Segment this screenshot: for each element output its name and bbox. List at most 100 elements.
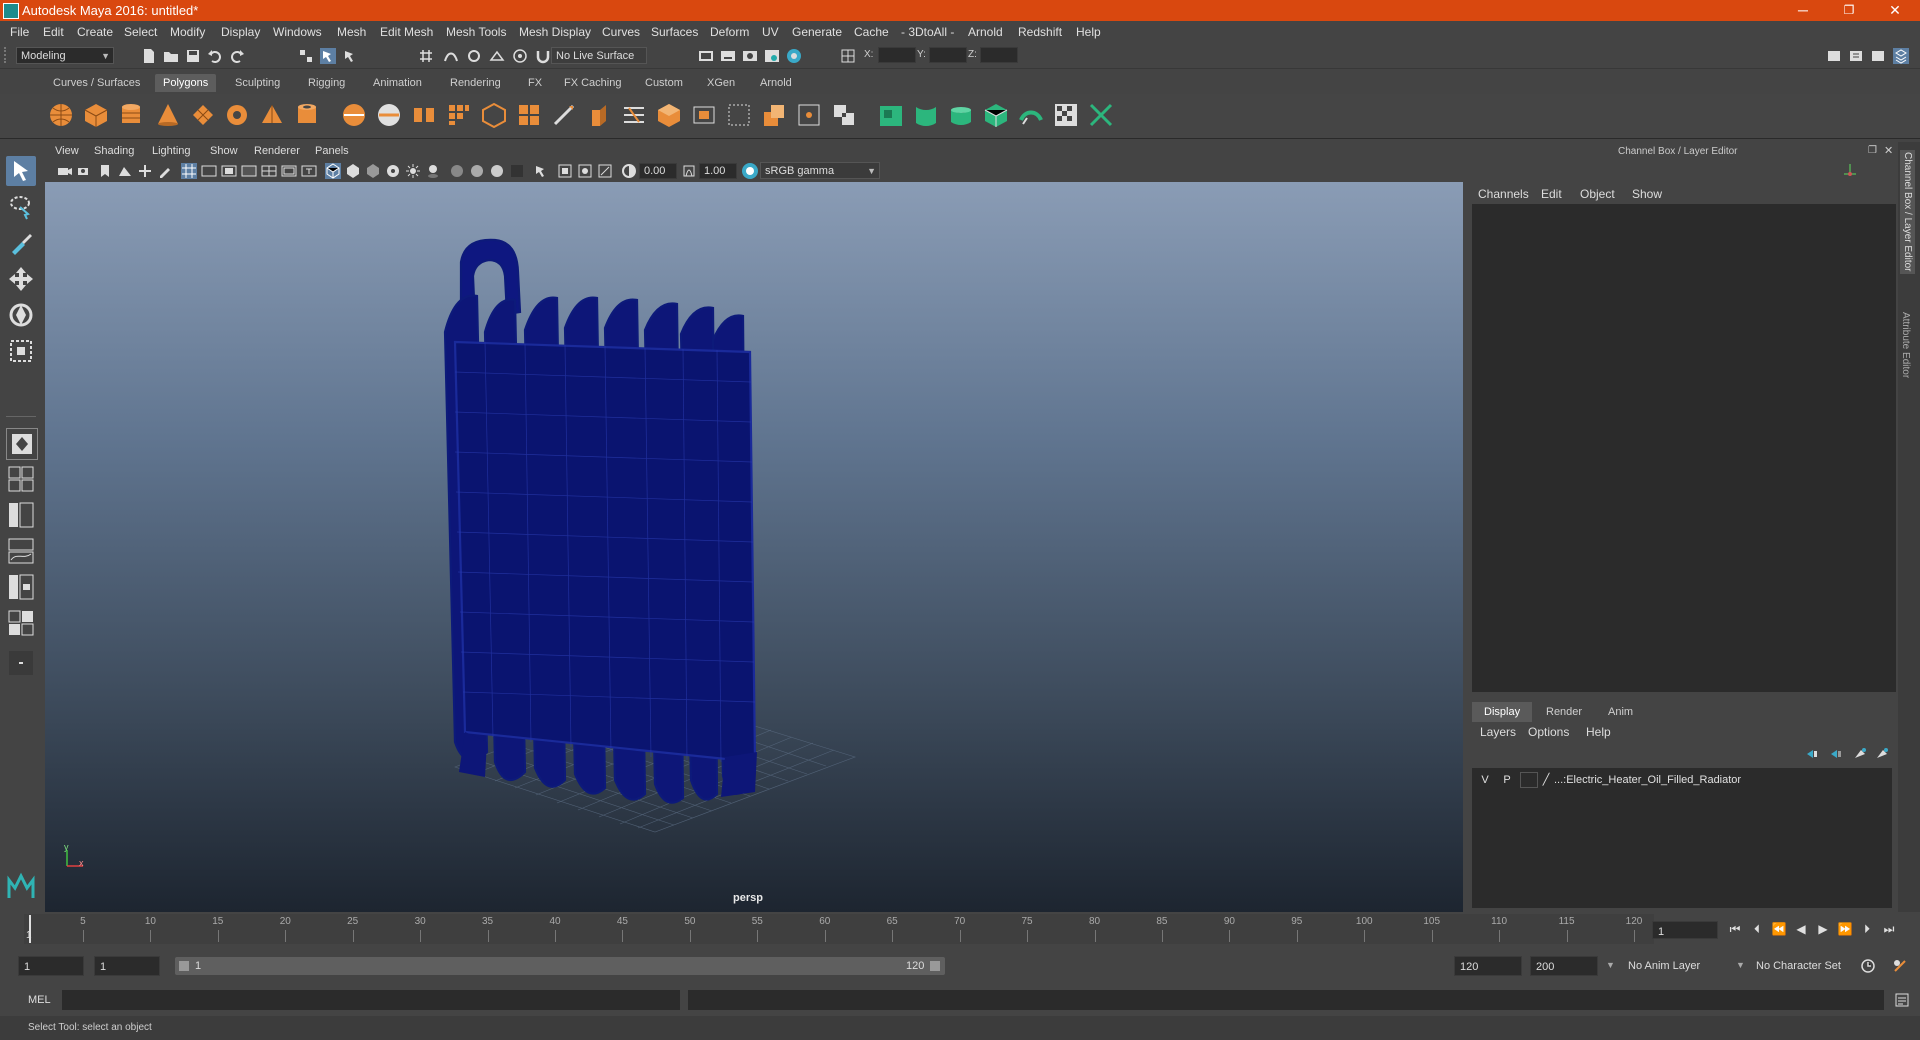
script-editor-icon[interactable] bbox=[1894, 992, 1910, 1008]
menu-mesh[interactable]: Mesh bbox=[337, 25, 366, 39]
x-coordinate-field[interactable] bbox=[878, 47, 916, 63]
menu-edit-mesh[interactable]: Edit Mesh bbox=[380, 25, 433, 39]
menu-help[interactable]: Help bbox=[1076, 25, 1101, 39]
viewport-menu-lighting[interactable]: Lighting bbox=[152, 145, 191, 157]
multisample-aa-icon[interactable] bbox=[489, 163, 505, 179]
poly-cube-icon[interactable] bbox=[83, 102, 109, 128]
safe-title-icon[interactable] bbox=[301, 163, 317, 179]
command-language-label[interactable]: MEL bbox=[28, 994, 51, 1006]
menu-curves[interactable]: Curves bbox=[602, 25, 640, 39]
character-set-dropdown[interactable]: No Character Set bbox=[1752, 956, 1876, 976]
step-forward-key-icon[interactable]: ⏩ bbox=[1836, 920, 1854, 938]
render-settings-icon[interactable] bbox=[742, 48, 758, 64]
view-transform-dropdown[interactable]: sRGB gamma ▼ bbox=[760, 162, 880, 179]
snap-to-curve-icon[interactable] bbox=[443, 48, 459, 64]
tab-fx[interactable]: FX bbox=[520, 74, 550, 92]
play-forwards-icon[interactable]: ▶ bbox=[1814, 920, 1832, 938]
viewport-menu-renderer[interactable]: Renderer bbox=[254, 145, 300, 157]
scale-tool-icon[interactable] bbox=[6, 336, 36, 366]
range-end-handle[interactable] bbox=[930, 961, 940, 971]
menu-windows[interactable]: Windows bbox=[273, 25, 322, 39]
snap-to-live-icon[interactable] bbox=[512, 48, 528, 64]
single-perspective-layout-icon[interactable] bbox=[6, 428, 38, 460]
poly-cylinder-icon[interactable] bbox=[118, 102, 144, 128]
safe-action-icon[interactable] bbox=[281, 163, 297, 179]
redo-icon[interactable] bbox=[229, 48, 245, 64]
menu-display[interactable]: Display bbox=[221, 25, 260, 39]
grease-pencil-icon[interactable] bbox=[157, 163, 173, 179]
extract-icon[interactable] bbox=[411, 102, 437, 128]
viewport-menu-show[interactable]: Show bbox=[210, 145, 238, 157]
tab-anim-layers[interactable]: Anim bbox=[1596, 702, 1645, 722]
isolate-select-icon[interactable] bbox=[533, 163, 549, 179]
animation-end-field[interactable]: 200 bbox=[1530, 956, 1598, 976]
live-surface-field[interactable]: No Live Surface bbox=[551, 47, 647, 64]
menu-surfaces[interactable]: Surfaces bbox=[651, 25, 698, 39]
tab-arnold[interactable]: Arnold bbox=[752, 74, 800, 92]
close-panel-icon[interactable]: ✕ bbox=[1884, 144, 1893, 157]
image-plane-icon[interactable] bbox=[117, 163, 133, 179]
menu-select[interactable]: Select bbox=[124, 25, 157, 39]
chevron-down-icon[interactable]: ▼ bbox=[1606, 960, 1615, 970]
step-forward-frame-icon[interactable]: ⏵ bbox=[1858, 920, 1876, 938]
cylindrical-mapping-icon[interactable] bbox=[913, 102, 939, 128]
render-current-frame-icon[interactable] bbox=[698, 48, 714, 64]
viewport-menu-panels[interactable]: Panels bbox=[315, 145, 349, 157]
move-layer-down-icon[interactable] bbox=[1828, 746, 1844, 762]
menu-generate[interactable]: Generate bbox=[792, 25, 842, 39]
default-material-icon[interactable] bbox=[365, 163, 381, 179]
menu-uv[interactable]: UV bbox=[762, 25, 779, 39]
snap-to-grid-icon[interactable] bbox=[418, 48, 434, 64]
bevel-icon[interactable] bbox=[656, 102, 682, 128]
step-back-frame-icon[interactable]: ⏴ bbox=[1748, 920, 1766, 938]
y-coordinate-field[interactable] bbox=[929, 47, 967, 63]
xray-joints-icon[interactable] bbox=[577, 163, 593, 179]
poly-pipe-icon[interactable] bbox=[294, 102, 320, 128]
animation-start-field[interactable]: 1 bbox=[18, 956, 84, 976]
multi-cut-icon[interactable] bbox=[551, 102, 577, 128]
hypershade-icon[interactable] bbox=[764, 48, 780, 64]
viewport-menu-shading[interactable]: Shading bbox=[94, 145, 134, 157]
menu-redshift[interactable]: Redshift bbox=[1018, 25, 1062, 39]
color-management-icon[interactable] bbox=[742, 163, 758, 179]
uv-shell-layout-icon[interactable] bbox=[1088, 102, 1114, 128]
tab-custom[interactable]: Custom bbox=[637, 74, 691, 92]
options-menu[interactable]: Options bbox=[1528, 725, 1569, 739]
manipulator-toggle-icon[interactable] bbox=[1840, 162, 1860, 178]
select-tool-icon[interactable] bbox=[6, 156, 36, 186]
side-tab-attribute-editor[interactable]: Attribute Editor bbox=[1900, 312, 1911, 378]
wireframe-icon[interactable] bbox=[325, 163, 341, 179]
drag-handle[interactable] bbox=[4, 47, 12, 63]
z-coordinate-field[interactable] bbox=[980, 47, 1018, 63]
menu-3dtoall[interactable]: - 3DtoAll - bbox=[901, 25, 954, 39]
poly-plane-icon[interactable] bbox=[190, 102, 216, 128]
layer-visibility-toggle[interactable]: V bbox=[1476, 772, 1494, 788]
layers-menu[interactable]: Layers bbox=[1480, 725, 1516, 739]
uv-editor-icon[interactable] bbox=[1053, 102, 1079, 128]
subdivide-icon[interactable] bbox=[516, 102, 542, 128]
booleans-icon[interactable] bbox=[831, 102, 857, 128]
help-menu[interactable]: Help bbox=[1586, 725, 1611, 739]
play-backwards-icon[interactable]: ◀ bbox=[1792, 920, 1810, 938]
modeling-toolkit-icon[interactable] bbox=[1826, 48, 1842, 64]
mode-selector[interactable]: Modeling ▼ bbox=[16, 47, 114, 64]
resolution-gate-icon[interactable] bbox=[221, 163, 237, 179]
poly-sphere-icon[interactable] bbox=[48, 102, 74, 128]
toolbox-more-icon[interactable] bbox=[6, 648, 36, 678]
four-view-layout-icon[interactable] bbox=[6, 464, 36, 494]
minimize-button[interactable]: ─ bbox=[1780, 0, 1826, 21]
menu-mesh-tools[interactable]: Mesh Tools bbox=[446, 25, 506, 39]
chevron-down-icon[interactable]: ▼ bbox=[1736, 960, 1745, 970]
open-scene-icon[interactable] bbox=[163, 48, 179, 64]
gamma-field[interactable]: 1.00 bbox=[699, 163, 737, 179]
average-vertices-icon[interactable] bbox=[481, 102, 507, 128]
layer-color-swatch[interactable]: ╱ bbox=[1540, 772, 1552, 788]
shadows-icon[interactable] bbox=[425, 163, 441, 179]
merge-icon[interactable] bbox=[761, 102, 787, 128]
layer-name[interactable]: ...:Electric_Heater_Oil_Filled_Radiator bbox=[1554, 772, 1741, 788]
menu-edit[interactable]: Edit bbox=[43, 25, 64, 39]
bridge-icon[interactable] bbox=[621, 102, 647, 128]
object-menu[interactable]: Object bbox=[1580, 187, 1615, 201]
textured-icon[interactable] bbox=[385, 163, 401, 179]
new-layer-from-selection-icon[interactable] bbox=[1874, 746, 1890, 762]
